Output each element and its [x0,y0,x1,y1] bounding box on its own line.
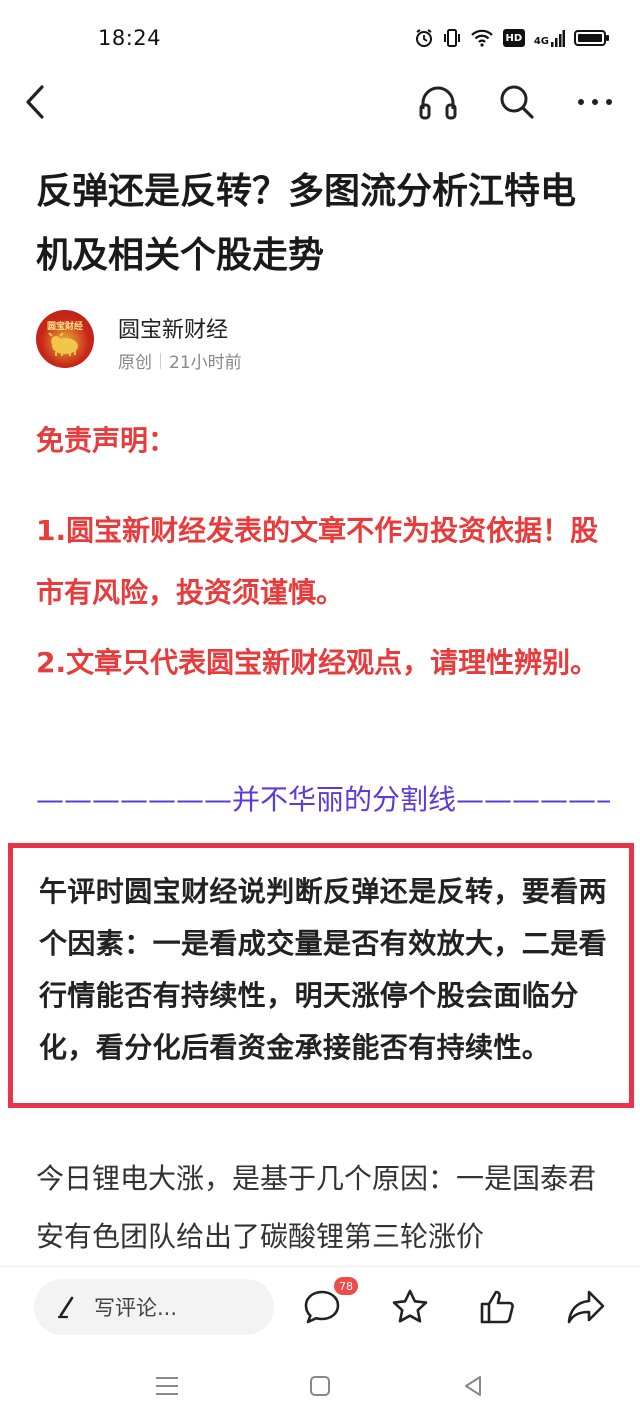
status-icons: HD 4G [414,28,610,48]
comment-icon [304,1290,340,1324]
back-triangle-icon [465,1376,481,1396]
share-icon [567,1290,605,1324]
comments-button[interactable]: 78 [298,1277,358,1331]
avatar-logo-text: 圆宝财经 [46,322,83,332]
pen-icon [57,1296,74,1319]
article-title: 反弹还是反转？多图流分析江特电机及相关个股走势 [36,171,577,276]
top-nav [0,70,640,132]
ox-logo-icon [48,332,78,356]
author-row[interactable]: 圆宝财经 圆宝新财经 原创 21小时前 [36,310,596,373]
thumbs-up-icon [480,1290,514,1324]
home-button[interactable] [300,1366,340,1406]
signal-4g-icon: 4G [534,29,565,47]
meta-divider [160,352,161,369]
back-button[interactable] [12,78,60,126]
search-icon [500,85,534,119]
hd-icon: HD [502,29,525,47]
original-tag: 原创 [118,353,152,373]
search-button[interactable] [493,78,541,126]
status-bar: 18:24 HD 4G [0,0,640,80]
publish-time: 21小时前 [169,353,242,373]
author-name[interactable]: 圆宝新财经 [118,312,228,344]
system-back-button[interactable] [453,1366,493,1406]
network-label: 4G [533,36,549,47]
favorite-button[interactable] [386,1283,434,1331]
comment-input[interactable]: 写评论... [34,1279,274,1335]
listen-button[interactable] [414,78,462,126]
recent-apps-button[interactable] [147,1366,187,1406]
comment-count-badge: 78 [334,1277,358,1295]
more-icon [578,99,612,105]
comment-placeholder: 写评论... [94,1296,178,1320]
alarm-icon [414,28,434,48]
like-button[interactable] [474,1283,522,1331]
body-paragraph: 今日锂电大涨，是基于几个原因：一是国泰君安有色团队给出了碳酸锂第三轮涨价 [36,1162,597,1253]
highlight-paragraph: 午评时圆宝财经说判断反弹还是反转，要看两个因素：一是看成交量是否有效放大，二是看… [39,875,608,1064]
disclaimer-item-1: 1.圆宝新财经发表的文章不作为投资依据！股市有风险，投资须谨慎。 [36,514,599,609]
back-icon [26,85,44,119]
highlight-box: 午评时圆宝财经说判断反弹还是反转，要看两个因素：一是看成交量是否有效放大，二是看… [8,843,634,1108]
status-time: 18:24 [98,26,162,50]
battery-icon [574,28,610,48]
share-button[interactable] [562,1283,610,1331]
bottom-action-bar: 写评论... 78 [0,1266,640,1344]
more-button[interactable] [571,78,619,126]
star-icon [392,1289,428,1323]
vibrate-icon [443,28,461,48]
menu-icon [156,1377,178,1395]
headphones-icon [419,86,457,120]
disclaimer-title: 免责声明： [36,424,177,457]
author-meta: 原创 21小时前 [118,348,242,373]
section-divider: ———————并不华丽的分割线—————— [36,783,610,816]
disclaimer-item-2: 2.文章只代表圆宝新财经观点，请理性辨别。 [36,646,599,679]
system-nav-bar [0,1344,640,1422]
wifi-icon [470,28,494,48]
home-square-icon [310,1376,330,1396]
author-avatar[interactable]: 圆宝财经 [36,310,94,368]
